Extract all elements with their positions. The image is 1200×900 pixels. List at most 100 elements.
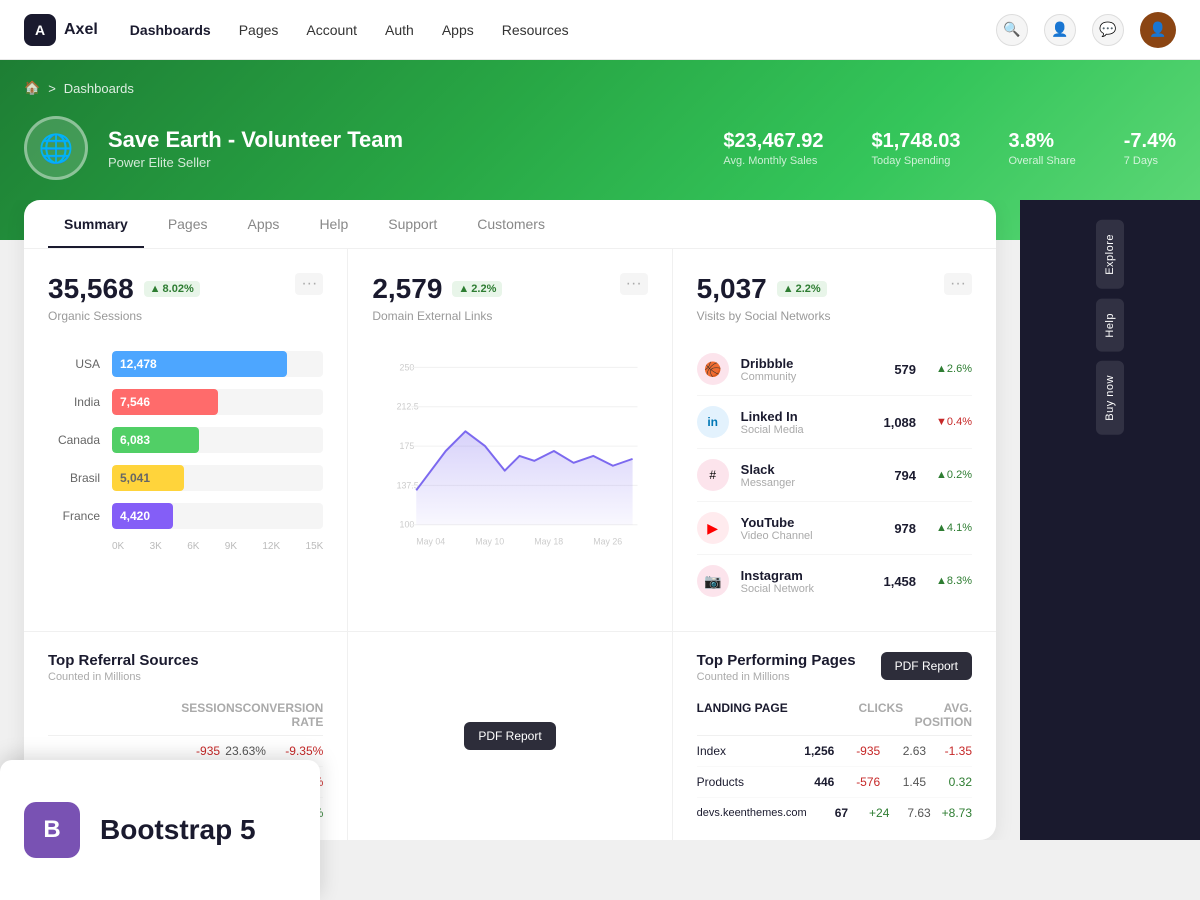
nav-apps[interactable]: Apps — [442, 22, 474, 38]
referral-sub: Counted in Millions — [48, 671, 323, 683]
stat-today-spending-value: $1,748.03 — [872, 130, 961, 153]
more-options-button[interactable]: ··· — [620, 273, 648, 295]
tab-apps[interactable]: Apps — [232, 200, 296, 248]
bar-fill: 7,546 — [112, 389, 218, 415]
external-links-panel: 2,579 ▲ 2.2% Domain External Links ··· 2… — [348, 249, 671, 631]
top-pages-sub: Counted in Millions — [697, 671, 856, 683]
nav-resources[interactable]: Resources — [502, 22, 569, 38]
bar-row-usa: USA 12,478 — [48, 351, 323, 377]
nav-right: 🔍 👤 💬 👤 — [996, 12, 1176, 48]
hero-title: Save Earth - Volunteer Team — [108, 127, 403, 153]
external-links-value: 2,579 — [372, 273, 442, 305]
external-links-badge: ▲ 2.2% — [452, 281, 502, 297]
nav-links: Dashboards Pages Account Auth Apps Resou… — [130, 22, 569, 38]
social-visits-value: 5,037 — [697, 273, 767, 305]
hero-logo-icon: 🌐 — [24, 116, 88, 180]
line-chart: 250 212.5 175 137.5 100 — [372, 351, 647, 556]
messages-button[interactable]: 💬 — [1092, 14, 1124, 46]
notifications-button[interactable]: 👤 — [1044, 14, 1076, 46]
explore-button[interactable]: Explore — [1096, 220, 1124, 289]
social-info: Slack Messanger — [741, 462, 883, 489]
svg-text:May 18: May 18 — [535, 536, 564, 546]
pdf-report-button[interactable]: PDF Report — [464, 722, 555, 750]
bar-container: 7,546 — [112, 389, 323, 415]
organic-sessions-label: Organic Sessions — [48, 309, 200, 323]
country-label: USA — [48, 357, 100, 371]
hero-stats: $23,467.92 Avg. Monthly Sales $1,748.03 … — [723, 130, 1176, 167]
social-row-dribbble: 🏀 Dribbble Community 579 ▲2.6% — [697, 343, 972, 396]
bar-fill: 12,478 — [112, 351, 287, 377]
social-row-instagram: 📷 Instagram Social Network 1,458 ▲8.3% — [697, 555, 972, 607]
slack-icon: # — [697, 459, 729, 491]
bar-fill: 5,041 — [112, 465, 184, 491]
bar-container: 5,041 — [112, 465, 323, 491]
youtube-icon: ▶ — [697, 512, 729, 544]
bar-row-india: India 7,546 — [48, 389, 323, 415]
tab-customers[interactable]: Customers — [461, 200, 561, 248]
user-avatar[interactable]: 👤 — [1140, 12, 1176, 48]
bootstrap-overlay: B Bootstrap 5 — [0, 760, 320, 900]
more-options-button[interactable]: ··· — [944, 273, 972, 295]
top-pages-panel: Top Performing Pages Counted in Millions… — [673, 632, 996, 840]
dribbble-icon: 🏀 — [697, 353, 729, 385]
navbar: A Axel Dashboards Pages Account Auth App… — [0, 0, 1200, 60]
brand-name: Axel — [64, 21, 98, 39]
tab-summary[interactable]: Summary — [48, 200, 144, 248]
nav-pages[interactable]: Pages — [239, 22, 279, 38]
tab-pages[interactable]: Pages — [152, 200, 224, 248]
line-chart-svg: 250 212.5 175 137.5 100 — [372, 351, 647, 551]
logo-icon: A — [24, 14, 56, 46]
more-options-button[interactable]: ··· — [295, 273, 323, 295]
stat-7days-label: 7 Days — [1124, 155, 1176, 167]
stat-7days: -7.4% 7 Days — [1124, 130, 1176, 167]
nav-dashboards[interactable]: Dashboards — [130, 22, 211, 38]
bar-container: 6,083 — [112, 427, 323, 453]
bar-row-canada: Canada 6,083 — [48, 427, 323, 453]
dashboard-card: Summary Pages Apps Help Support Customer… — [24, 200, 996, 840]
stat-overall-share: 3.8% Overall Share — [1008, 130, 1075, 167]
right-sidebar: Explore Help Buy now — [1020, 200, 1200, 840]
tab-help[interactable]: Help — [303, 200, 364, 248]
svg-text:May 26: May 26 — [594, 536, 623, 546]
social-visits-badge: ▲ 2.2% — [777, 281, 827, 297]
main-content: Summary Pages Apps Help Support Customer… — [0, 200, 1200, 840]
stat-today-spending: $1,748.03 Today Spending — [872, 130, 961, 167]
referral-table-header: SESSIONS CONVERSION RATE — [48, 695, 323, 736]
stat-overall-share-value: 3.8% — [1008, 130, 1075, 153]
nav-account[interactable]: Account — [306, 22, 357, 38]
nav-logo[interactable]: A Axel — [24, 14, 98, 46]
social-networks-panel: 5,037 ▲ 2.2% Visits by Social Networks ·… — [673, 249, 996, 631]
country-label: Canada — [48, 433, 100, 447]
top-pages-title: Top Performing Pages — [697, 652, 856, 669]
bootstrap-icon: B — [24, 802, 80, 858]
hero-info: Save Earth - Volunteer Team Power Elite … — [108, 127, 403, 170]
hero-left: 🌐 Save Earth - Volunteer Team Power Elit… — [24, 116, 403, 180]
metric-row: 2,579 ▲ 2.2% — [372, 273, 502, 305]
stat-monthly-sales: $23,467.92 Avg. Monthly Sales — [723, 130, 823, 167]
table-row: Products 446 -576 1.45 0.32 — [697, 767, 972, 798]
pdf-report-panel: PDF Report — [348, 632, 671, 840]
social-row-slack: # Slack Messanger 794 ▲0.2% — [697, 449, 972, 502]
external-links-label: Domain External Links — [372, 309, 502, 323]
hero-subtitle: Power Elite Seller — [108, 155, 403, 170]
bar-row-brasil: Brasil 5,041 — [48, 465, 323, 491]
svg-text:May 04: May 04 — [417, 536, 446, 546]
organic-sessions-panel: 35,568 ▲ 8.02% Organic Sessions ··· USA … — [24, 249, 347, 631]
table-row: devs.keenthemes.com 67 +24 7.63 +8.73 — [697, 798, 972, 828]
breadcrumb: 🏠 > Dashboards — [24, 80, 1176, 96]
organic-sessions-value: 35,568 — [48, 273, 134, 305]
buy-now-button[interactable]: Buy now — [1096, 361, 1124, 435]
social-row-linkedin: in Linked In Social Media 1,088 ▼0.4% — [697, 396, 972, 449]
top-panels: 35,568 ▲ 8.02% Organic Sessions ··· USA … — [24, 249, 996, 631]
stat-7days-value: -7.4% — [1124, 130, 1176, 153]
social-visits-label: Visits by Social Networks — [697, 309, 831, 323]
search-button[interactable]: 🔍 — [996, 14, 1028, 46]
home-icon: 🏠 — [24, 80, 40, 96]
help-button[interactable]: Help — [1096, 299, 1124, 352]
tab-support[interactable]: Support — [372, 200, 453, 248]
bar-fill: 4,420 — [112, 503, 173, 529]
country-label: France — [48, 509, 100, 523]
social-list: 🏀 Dribbble Community 579 ▲2.6% in Linked… — [697, 343, 972, 607]
nav-auth[interactable]: Auth — [385, 22, 414, 38]
pdf-report-button-2[interactable]: PDF Report — [881, 652, 972, 680]
